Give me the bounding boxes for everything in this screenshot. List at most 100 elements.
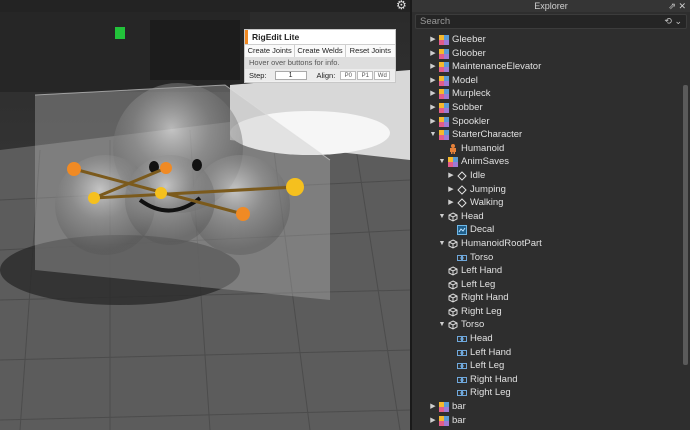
chevron-down-icon[interactable]: ▼ bbox=[438, 318, 446, 332]
tree-item-label: Walking bbox=[470, 197, 504, 209]
tree-item-label: Spookler bbox=[452, 115, 490, 127]
tree-item[interactable]: Left Hand bbox=[412, 346, 690, 360]
chevron-down-icon[interactable]: ▼ bbox=[438, 155, 446, 169]
tree-item[interactable]: ▶ Murpleck bbox=[412, 87, 690, 101]
part-icon bbox=[448, 280, 458, 290]
tree-item[interactable]: Humanoid bbox=[412, 142, 690, 156]
tree-item-label: Jumping bbox=[470, 183, 506, 195]
motor6d-icon bbox=[457, 375, 467, 385]
tree-item[interactable]: Right Hand bbox=[412, 291, 690, 305]
motor6d-icon bbox=[457, 388, 467, 398]
tree-item-label: Torso bbox=[461, 319, 485, 331]
tree-item-label: Left Hand bbox=[461, 265, 503, 277]
tree-item-label: Idle bbox=[470, 169, 486, 181]
chevron-right-icon[interactable]: ▶ bbox=[429, 47, 437, 61]
chevron-down-icon[interactable]: ▼ bbox=[429, 128, 437, 142]
tree-item[interactable]: Head bbox=[412, 332, 690, 346]
tree-item-label: Right Leg bbox=[461, 305, 502, 317]
tree-item[interactable]: ▶ Spookler bbox=[412, 115, 690, 129]
gear-icon[interactable]: ⚙ bbox=[396, 0, 407, 11]
tree-item[interactable]: ▶ Sobber bbox=[412, 101, 690, 115]
close-icon[interactable]: ✕ bbox=[678, 1, 686, 11]
tree-item[interactable]: ▼ HumanoidRootPart bbox=[412, 237, 690, 251]
tree-item[interactable]: ▶ Gloober bbox=[412, 47, 690, 61]
model-icon bbox=[439, 75, 449, 86]
tree-item[interactable]: Right Hand bbox=[412, 373, 690, 387]
tree-item[interactable]: ▶ Model bbox=[412, 74, 690, 88]
tree-item[interactable]: ▶ Gleeber bbox=[412, 33, 690, 47]
chevron-right-icon[interactable]: ▶ bbox=[447, 196, 455, 210]
align-p1-button[interactable]: P1 bbox=[357, 70, 374, 80]
tree-item-label: Right Hand bbox=[470, 373, 518, 385]
chevron-right-icon[interactable]: ▶ bbox=[447, 169, 455, 183]
model-icon bbox=[439, 402, 449, 413]
part-icon bbox=[448, 212, 458, 222]
chevron-right-icon[interactable]: ▶ bbox=[429, 414, 437, 428]
chevron-right-icon[interactable]: ▶ bbox=[429, 33, 437, 47]
part-icon bbox=[448, 293, 458, 303]
tree-item-label: AnimSaves bbox=[461, 156, 510, 168]
chevron-down-icon[interactable]: ▼ bbox=[438, 237, 446, 251]
keyframe-sequence-icon bbox=[457, 171, 467, 181]
tree-item[interactable]: ▼ Torso bbox=[412, 318, 690, 332]
reset-joints-button[interactable]: Reset Joints bbox=[345, 45, 395, 57]
tree-item-label: Sobber bbox=[452, 101, 483, 113]
tree-item[interactable]: ▶ MaintenanceElevator bbox=[412, 60, 690, 74]
chevron-down-icon[interactable]: ▼ bbox=[438, 210, 446, 224]
tree-item[interactable]: Left Leg bbox=[412, 359, 690, 373]
create-joints-button[interactable]: Create Joints bbox=[245, 45, 296, 57]
tree-item[interactable]: ▼ StarterCharacter bbox=[412, 128, 690, 142]
chevron-right-icon[interactable]: ▶ bbox=[429, 400, 437, 414]
tree-item-label: Gloober bbox=[452, 47, 486, 59]
chevron-right-icon[interactable]: ▶ bbox=[429, 101, 437, 115]
tree-item[interactable]: ▶ Walking bbox=[412, 196, 690, 210]
chevron-right-icon[interactable]: ▶ bbox=[429, 115, 437, 129]
tree-item-label: Head bbox=[470, 333, 493, 345]
tree-item[interactable]: Right Leg bbox=[412, 386, 690, 400]
tree-item-label: Right Leg bbox=[470, 387, 511, 399]
tree-item[interactable]: ▼ Head bbox=[412, 210, 690, 224]
3d-viewport[interactable]: ⚙ RigEdit Lite Create Joints Create Weld… bbox=[0, 0, 410, 430]
model-icon bbox=[439, 35, 449, 45]
decal-icon bbox=[457, 225, 467, 236]
model-icon bbox=[439, 130, 449, 141]
explorer-title: Explorer bbox=[534, 1, 568, 11]
motor6d-icon bbox=[457, 253, 467, 263]
tree-item-label: Left Hand bbox=[470, 346, 512, 358]
tree-item[interactable]: Decal bbox=[412, 223, 690, 237]
align-p0-button[interactable]: P0 bbox=[340, 70, 357, 80]
tree-item[interactable]: ▶ Idle bbox=[412, 169, 690, 183]
tree-item-label: HumanoidRootPart bbox=[461, 237, 542, 249]
create-welds-button[interactable]: Create Welds bbox=[295, 45, 346, 57]
pin-icon[interactable]: ⇗ bbox=[668, 1, 676, 11]
model-icon bbox=[439, 89, 449, 100]
chevron-right-icon[interactable]: ▶ bbox=[429, 74, 437, 88]
chevron-right-icon[interactable]: ▶ bbox=[447, 183, 455, 197]
part-icon bbox=[448, 266, 458, 276]
tree-item[interactable]: ▶ bar bbox=[412, 414, 690, 428]
tree-item[interactable]: ▶ bar bbox=[412, 400, 690, 414]
tree-item[interactable]: ▶ Jumping bbox=[412, 183, 690, 197]
tree-item[interactable]: Torso bbox=[412, 251, 690, 265]
motor6d-icon bbox=[457, 361, 467, 371]
scrollbar[interactable] bbox=[683, 85, 688, 365]
tree-item[interactable]: Left Hand bbox=[412, 264, 690, 278]
search-input[interactable]: Search ⟲ ⌄ bbox=[415, 14, 687, 29]
chevron-right-icon[interactable]: ▶ bbox=[429, 60, 437, 74]
tree-item[interactable]: Left Leg bbox=[412, 278, 690, 292]
chevron-right-icon[interactable]: ▶ bbox=[429, 87, 437, 101]
tree-item-label: MaintenanceElevator bbox=[452, 61, 542, 73]
chevron-down-icon[interactable]: ⌄ bbox=[674, 16, 682, 26]
rigedit-panel: RigEdit Lite Create Joints Create Welds … bbox=[244, 29, 396, 83]
tree-item[interactable]: ▼ AnimSaves bbox=[412, 155, 690, 169]
step-input[interactable]: 1 bbox=[274, 70, 307, 80]
explorer-header: Explorer ⇗ ✕ bbox=[412, 0, 690, 12]
keyframe-sequence-icon bbox=[457, 198, 467, 208]
align-wd-button[interactable]: Wd bbox=[374, 70, 391, 80]
rigedit-hint: Hover over buttons for info. bbox=[245, 57, 395, 69]
tree-item-label: StarterCharacter bbox=[452, 129, 523, 141]
history-icon[interactable]: ⟲ bbox=[664, 16, 672, 26]
tree-item[interactable]: Right Leg bbox=[412, 305, 690, 319]
model-icon bbox=[439, 102, 449, 113]
tree-item-label: Gleeber bbox=[452, 34, 486, 45]
